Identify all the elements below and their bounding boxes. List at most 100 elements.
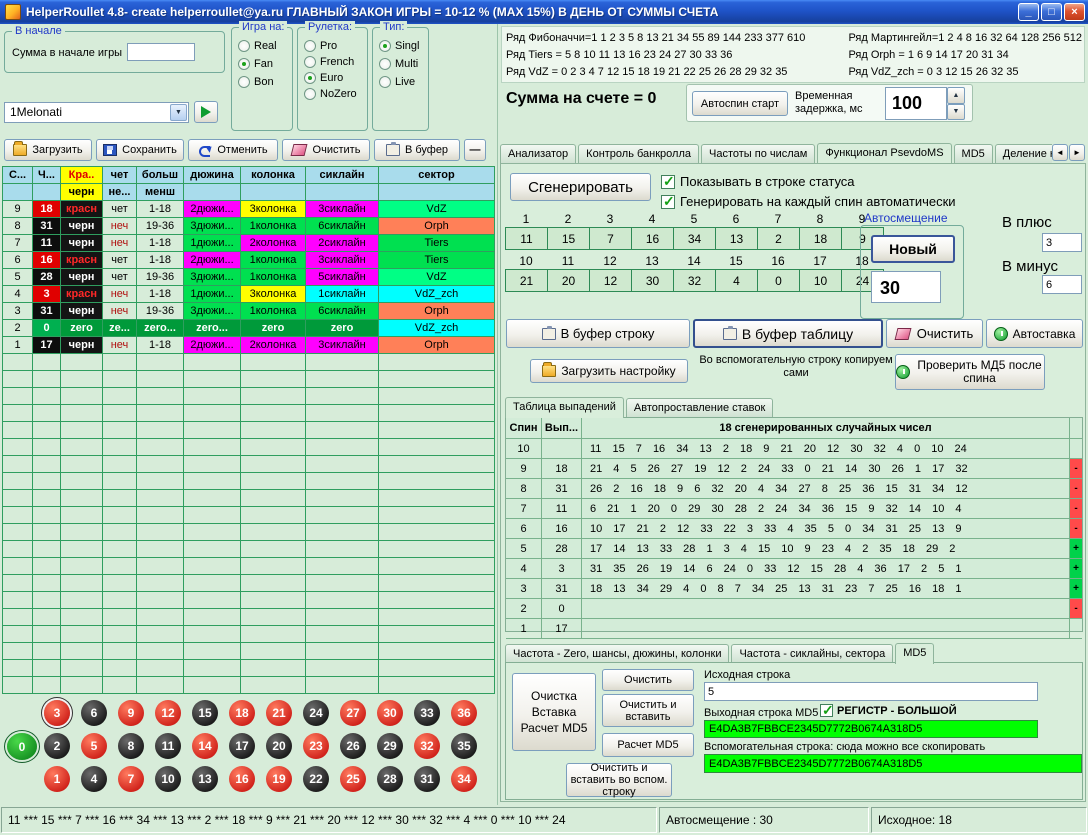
generated-number-cell[interactable]: 18 — [799, 227, 842, 250]
board-number-16[interactable]: 16 — [229, 766, 255, 792]
board-number-14[interactable]: 14 — [192, 733, 218, 759]
board-number-9[interactable]: 9 — [118, 700, 144, 726]
md5-clear-paste-calc-button[interactable]: ОчисткаВставкаРасчет MD5 — [512, 673, 596, 751]
board-number-31[interactable]: 31 — [414, 766, 440, 792]
board-number-8[interactable]: 8 — [118, 733, 144, 759]
results-tab-2[interactable]: Автопроставление ставок — [626, 398, 773, 417]
main-tab-5[interactable]: MD5 — [954, 144, 993, 163]
generate-button[interactable]: Сгенерировать — [510, 173, 651, 201]
board-number-18[interactable]: 18 — [229, 700, 255, 726]
board-number-29[interactable]: 29 — [377, 733, 403, 759]
radio-option-live[interactable]: Live — [379, 76, 419, 88]
radio-option-fan[interactable]: Fan — [238, 58, 277, 70]
spinner-up-button[interactable]: ▲ — [947, 87, 965, 104]
radio-option-nozero[interactable]: NoZero — [304, 88, 357, 100]
board-number-34[interactable]: 34 — [451, 766, 477, 792]
spinner-down-button[interactable]: ▼ — [947, 104, 965, 121]
board-number-24[interactable]: 24 — [303, 700, 329, 726]
board-number-27[interactable]: 27 — [340, 700, 366, 726]
radio-option-euro[interactable]: Euro — [304, 72, 357, 84]
generated-number-cell[interactable]: 2 — [757, 227, 800, 250]
board-number-11[interactable]: 11 — [155, 733, 181, 759]
radio-option-singl[interactable]: Singl — [379, 40, 419, 52]
board-number-13[interactable]: 13 — [192, 766, 218, 792]
generate-every-spin-checkbox[interactable]: Генерировать на каждый спин автоматическ… — [661, 194, 956, 209]
load-settings-button[interactable]: Загрузить настройку — [530, 359, 688, 383]
delay-value[interactable]: 100 — [885, 87, 947, 120]
board-number-33[interactable]: 33 — [414, 700, 440, 726]
frequency-tab-3[interactable]: MD5 — [895, 643, 934, 664]
toolbar-buffer-button[interactable]: В буфер — [374, 139, 460, 161]
board-number-1[interactable]: 1 — [44, 766, 70, 792]
autobet-button[interactable]: Автоставка — [986, 319, 1083, 348]
maximize-button[interactable]: □ — [1041, 3, 1062, 21]
generated-number-cell[interactable]: 10 — [799, 269, 842, 292]
frequency-tab-2[interactable]: Частота - сиклайны, сектора — [731, 644, 893, 663]
minus-input[interactable] — [1042, 275, 1082, 294]
tab-scroll-left-button[interactable]: ◄ — [1052, 144, 1068, 161]
autospin-start-button[interactable]: Автоспин старт — [692, 91, 788, 116]
results-tab-1[interactable]: Таблица выпадений — [505, 397, 624, 418]
preset-combobox[interactable]: 1Melonati ▼ — [4, 102, 189, 123]
tab-scroll-right-button[interactable]: ► — [1069, 144, 1085, 161]
start-sum-input[interactable] — [127, 43, 195, 61]
board-number-3[interactable]: 3 — [44, 700, 70, 726]
board-number-4[interactable]: 4 — [81, 766, 107, 792]
play-button[interactable] — [194, 101, 218, 123]
md5-clear-button[interactable]: Очистить — [602, 669, 694, 691]
board-number-32[interactable]: 32 — [414, 733, 440, 759]
source-string-input[interactable] — [704, 682, 1038, 701]
copy-row-to-clipboard-button[interactable]: В буфер строку — [506, 319, 690, 348]
minimize-button[interactable]: _ — [1018, 3, 1039, 21]
board-number-15[interactable]: 15 — [192, 700, 218, 726]
board-number-7[interactable]: 7 — [118, 766, 144, 792]
copy-table-to-clipboard-button[interactable]: В буфер таблицу — [693, 319, 883, 348]
generated-number-cell[interactable]: 16 — [631, 227, 674, 250]
board-number-20[interactable]: 20 — [266, 733, 292, 759]
uppercase-register-checkbox[interactable]: РЕГИСТР - БОЛЬШОЙ — [820, 704, 957, 717]
main-tab-2[interactable]: Контроль банкролла — [578, 144, 699, 163]
generated-number-cell[interactable]: 30 — [631, 269, 674, 292]
board-number-0[interactable]: 0 — [7, 733, 37, 760]
toolbar-save-button[interactable]: Сохранить — [96, 139, 184, 161]
generated-number-cell[interactable]: 15 — [547, 227, 590, 250]
radio-option-multi[interactable]: Multi — [379, 58, 419, 70]
chevron-down-icon[interactable]: ▼ — [170, 104, 187, 121]
board-number-21[interactable]: 21 — [266, 700, 292, 726]
main-tab-1[interactable]: Анализатор — [500, 144, 576, 163]
generated-number-cell[interactable]: 13 — [715, 227, 758, 250]
generated-number-cell[interactable]: 4 — [715, 269, 758, 292]
board-number-35[interactable]: 35 — [451, 733, 477, 759]
generated-number-cell[interactable]: 34 — [673, 227, 716, 250]
board-number-10[interactable]: 10 — [155, 766, 181, 792]
generated-number-cell[interactable]: 11 — [505, 227, 548, 250]
board-number-23[interactable]: 23 — [303, 733, 329, 759]
board-number-17[interactable]: 17 — [229, 733, 255, 759]
main-tab-3[interactable]: Частоты по числам — [701, 144, 815, 163]
board-number-36[interactable]: 36 — [451, 700, 477, 726]
show-in-status-checkbox[interactable]: Показывать в строке статуса — [661, 174, 855, 189]
board-number-22[interactable]: 22 — [303, 766, 329, 792]
board-number-28[interactable]: 28 — [377, 766, 403, 792]
toolbar-undo-button[interactable]: Отменить — [188, 139, 278, 161]
main-tab-4[interactable]: Функционал PsevdoMS — [817, 143, 951, 163]
generated-number-cell[interactable]: 20 — [547, 269, 590, 292]
md5-clear-paste-helper-button[interactable]: Очистить и вставить во вспом. строку — [566, 763, 672, 797]
toolbar-clear-button[interactable]: Очистить — [282, 139, 370, 161]
board-number-19[interactable]: 19 — [266, 766, 292, 792]
radio-option-pro[interactable]: Pro — [304, 40, 357, 52]
clear-button[interactable]: Очистить — [886, 319, 983, 348]
frequency-tab-1[interactable]: Частота - Zero, шансы, дюжины, колонки — [505, 644, 729, 663]
generated-number-cell[interactable]: 32 — [673, 269, 716, 292]
board-number-30[interactable]: 30 — [377, 700, 403, 726]
check-md5-after-spin-button[interactable]: Проверить МД5 после спина — [895, 354, 1045, 390]
toolbar-minus-button[interactable]: — — [464, 139, 486, 161]
md5-helper-field[interactable]: E4DA3B7FBBCE2345D7772B0674A318D5 — [704, 754, 1082, 773]
main-tab-6[interactable]: Деление ко — [995, 144, 1052, 163]
plus-input[interactable] — [1042, 233, 1082, 252]
board-number-25[interactable]: 25 — [340, 766, 366, 792]
generated-number-cell[interactable]: 0 — [757, 269, 800, 292]
board-number-26[interactable]: 26 — [340, 733, 366, 759]
board-number-6[interactable]: 6 — [81, 700, 107, 726]
generated-number-cell[interactable]: 21 — [505, 269, 548, 292]
